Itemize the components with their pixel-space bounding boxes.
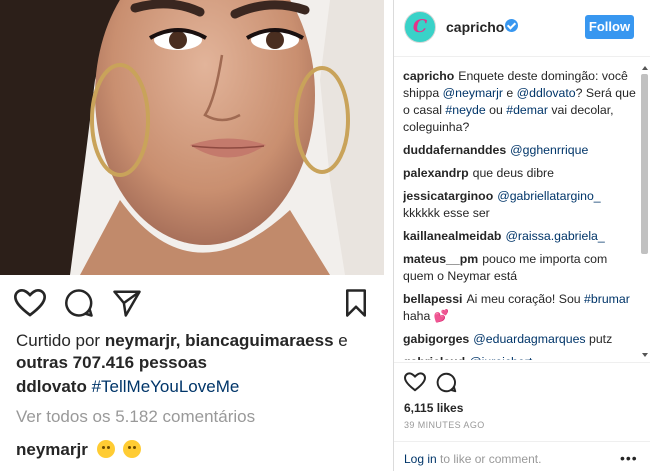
comment-item: gabrielaud @jureichert_ — [403, 354, 639, 360]
view-all-comments: Ver todos os 5.182 comentários — [16, 407, 256, 426]
comment-mention[interactable]: @neymarjr — [443, 86, 503, 100]
avatar-logo: C — [412, 16, 428, 37]
heart-icon — [13, 288, 47, 323]
liked-by-and: e — [338, 331, 348, 350]
scrollbar-thumb[interactable] — [641, 74, 648, 254]
comment-mention[interactable]: #brumar — [584, 292, 630, 306]
comment-item: duddafernanddes @gghenrrique — [403, 142, 639, 159]
left-caption: ddlovato #TellMeYouLoveMe — [16, 377, 239, 397]
face-savoring-emoji — [96, 440, 115, 458]
comment-icon — [64, 288, 94, 323]
left-liked-by: Curtido por neymarjr, biancaguimaraess e… — [16, 330, 376, 374]
portrait-illustration — [0, 0, 384, 275]
comment-username[interactable]: gabigorges — [403, 332, 469, 346]
embedded-post-image: Curtido por neymarjr, biancaguimaraess e… — [0, 0, 393, 471]
share-icon — [112, 288, 142, 323]
comment-item: jessicatarginoo @gabriellatargino_ kkkkkk… — [403, 188, 639, 222]
comment-item: capricho Enquete deste domingão: você shi… — [403, 68, 639, 136]
caption-username: ddlovato — [16, 377, 87, 396]
scroll-down-arrow[interactable] — [642, 353, 648, 357]
comments-list[interactable]: capricho Enquete deste domingão: você shi… — [403, 68, 639, 360]
comment-text: Ai meu coração! Sou — [466, 292, 585, 306]
comment-mention[interactable]: #demar — [506, 103, 548, 117]
comment-username[interactable]: duddafernanddes — [403, 143, 506, 157]
comment-text: ou — [485, 103, 507, 117]
comment-mention[interactable]: @jureichert_ — [469, 355, 539, 360]
header-username[interactable]: capricho — [446, 19, 504, 35]
more-options-icon[interactable]: ••• — [620, 450, 638, 466]
comment-username: neymarjr — [16, 440, 88, 459]
scroll-up-arrow[interactable] — [642, 66, 648, 70]
comment-username[interactable]: jessicatarginoo — [403, 189, 493, 203]
comment-username[interactable]: kaillanealmeidab — [403, 229, 501, 243]
left-comment: neymarjr — [16, 440, 142, 460]
liked-by-others: outras 707.416 pessoas — [16, 353, 207, 372]
comment-mention[interactable]: @gabriellatargino_ — [497, 189, 600, 203]
comment-item: palexandrp que deus dibre — [403, 165, 639, 182]
thinking-face-emoji — [123, 440, 142, 458]
comment-text: putz — [585, 332, 613, 346]
comment-item: kaillanealmeidab @raissa.gabriela_ — [403, 228, 639, 245]
comment-item: bellapessi Ai meu coração! Sou #brumar ha… — [403, 291, 639, 325]
liked-by-prefix: Curtido por — [16, 331, 101, 350]
comment-username[interactable]: capricho — [403, 69, 454, 83]
comment-mention[interactable]: #neyde — [445, 103, 485, 117]
comment-username[interactable]: palexandrp — [403, 166, 469, 180]
bookmark-icon — [344, 288, 368, 323]
comment-mention[interactable]: @ddlovato — [517, 86, 576, 100]
comment-mention[interactable]: @raissa.gabriela_ — [505, 229, 604, 243]
login-prompt: Log in to like or comment. — [404, 452, 541, 466]
login-bar: Log in to like or comment. ••• — [394, 441, 650, 472]
comment-item: gabigorges @eduardagmarques putz — [403, 331, 639, 348]
verified-badge-icon — [505, 19, 518, 32]
comment-mention[interactable]: @eduardagmarques — [473, 332, 585, 346]
left-action-bar — [13, 288, 374, 323]
follow-button[interactable]: Follow — [585, 15, 634, 39]
comment-text: que deus dibre — [472, 166, 554, 180]
comment-mention[interactable]: @gghenrrique — [510, 143, 588, 157]
avatar[interactable]: C — [404, 11, 436, 43]
comment-username[interactable]: bellapessi — [403, 292, 462, 306]
login-rest-text: to like or comment. — [436, 452, 542, 466]
comment-item: mateus__pm pouco me importa com quem o Ne… — [403, 251, 639, 285]
comment-icon[interactable] — [436, 372, 457, 398]
post-photo — [0, 0, 384, 275]
action-section: 6,115 likes 39 MINUTES AGO — [394, 362, 650, 435]
likes-count[interactable]: 6,115 likes — [404, 401, 463, 415]
login-link[interactable]: Log in — [404, 452, 437, 466]
comment-text: kkkkkk esse ser — [403, 206, 490, 220]
comment-username[interactable]: gabrielaud — [403, 355, 465, 360]
heart-icon[interactable] — [403, 372, 427, 397]
comment-username[interactable]: mateus__pm — [403, 252, 478, 266]
comment-text: haha 💕 — [403, 309, 450, 323]
post-timestamp: 39 MINUTES AGO — [404, 420, 485, 430]
liked-by-users: neymarjr, biancaguimaraess — [104, 331, 334, 350]
post-header: C capricho Follow — [394, 0, 650, 57]
comment-text: e — [502, 86, 517, 100]
caption-hashtag: #TellMeYouLoveMe — [91, 377, 240, 396]
